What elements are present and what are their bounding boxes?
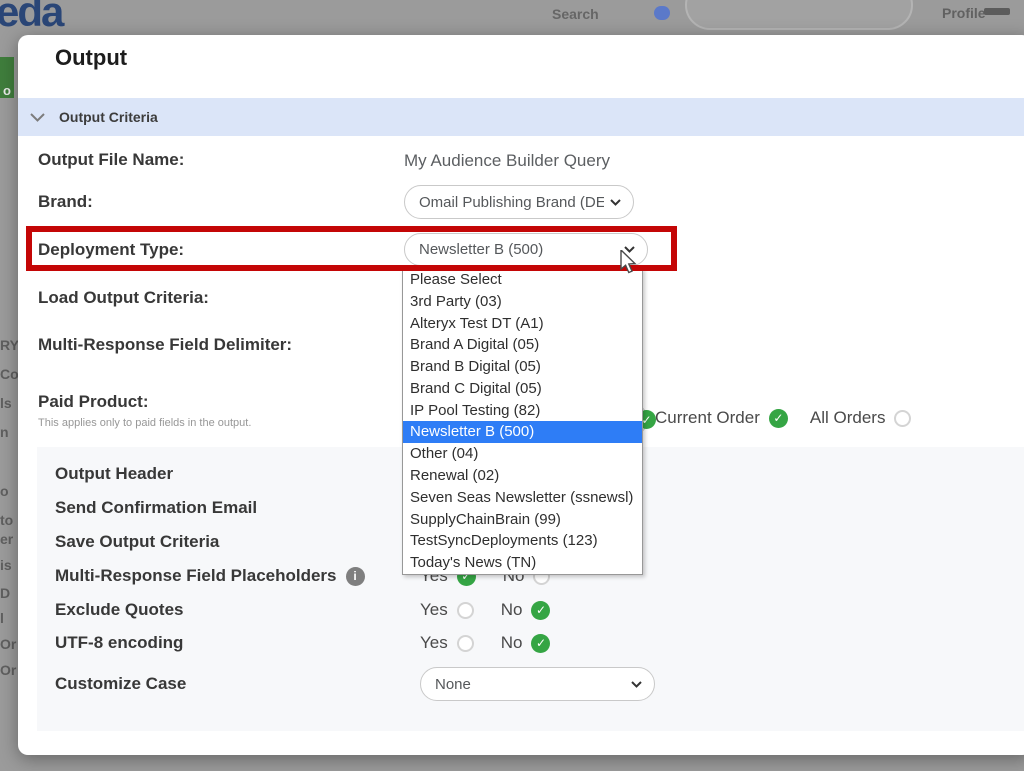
dropdown-option[interactable]: 3rd Party (03) [403, 291, 642, 313]
panel-row: Exclude Quotes Yes No ✓ [55, 593, 1012, 627]
profile-menu-icon [984, 8, 1010, 15]
chevron-down-icon [624, 246, 635, 253]
panel-row-label: Output Header [55, 464, 173, 484]
paid-product-option-label: Current Order [655, 408, 760, 428]
check-icon[interactable]: ✓ [769, 409, 788, 428]
chevron-down-icon[interactable] [30, 113, 45, 122]
search-label: Search [552, 6, 599, 22]
background-text-fragment: er [0, 531, 13, 547]
background-text-fragment: to [0, 512, 13, 528]
panel-row: Customize Case None [55, 667, 1012, 701]
background-text-fragment: D [0, 585, 10, 601]
background-text-fragment: o [0, 483, 9, 499]
sidebar-active-item-label: o [3, 83, 11, 98]
dropdown-option[interactable]: Renewal (02) [403, 465, 642, 487]
output-criteria-section-header[interactable]: Output Criteria [18, 98, 1024, 136]
paid-product-option[interactable]: All Orders [810, 408, 912, 428]
sidebar-active-item: o [0, 57, 14, 98]
section-label: Output Criteria [59, 109, 158, 125]
background-text-fragment: Or [0, 662, 16, 678]
yes-label: Yes [420, 633, 448, 653]
radio-unselected-icon[interactable] [457, 602, 474, 619]
load-output-criteria-label: Load Output Criteria: [38, 288, 209, 308]
paid-product-label: Paid Product: [38, 392, 149, 412]
panel-row-controls: None [420, 667, 655, 701]
customize-case-select[interactable]: None [420, 667, 655, 701]
background-text-fragment: ls [0, 395, 12, 411]
background-text-fragment: l [0, 610, 4, 626]
modal-title: Output [55, 45, 127, 71]
panel-row-label: UTF-8 encoding [55, 633, 183, 653]
panel-row: UTF-8 encoding Yes No ✓ [55, 626, 1012, 660]
background-text-fragment: is [0, 557, 12, 573]
customize-case-select-value: None [435, 676, 471, 693]
background-text-fragment: Or [0, 636, 16, 652]
panel-row-controls: Yes No ✓ [420, 626, 550, 660]
paid-product-options: Current Order ✓ All Orders [655, 408, 911, 428]
dropdown-option[interactable]: IP Pool Testing (82) [403, 400, 642, 422]
dropdown-option[interactable]: Brand C Digital (05) [403, 378, 642, 400]
background-text-fragment: n [0, 424, 9, 440]
radio-unselected-icon[interactable] [894, 410, 911, 427]
radio-unselected-icon[interactable] [457, 635, 474, 652]
dropdown-option[interactable]: TestSyncDeployments (123) [403, 530, 642, 552]
output-modal: Output Output Criteria Output File Name:… [18, 35, 1024, 755]
output-file-name-value: My Audience Builder Query [404, 151, 610, 171]
app-logo: eda [0, 0, 62, 36]
multi-response-delimiter-label: Multi-Response Field Delimiter: [38, 335, 292, 355]
background-text-fragment: Co [0, 366, 19, 382]
dropdown-option[interactable]: Brand B Digital (05) [403, 356, 642, 378]
check-icon[interactable]: ✓ [531, 634, 550, 653]
dropdown-option[interactable]: Newsletter B (500) [403, 421, 642, 443]
panel-row-label: Save Output Criteria [55, 532, 219, 552]
deployment-type-label: Deployment Type: [38, 240, 184, 260]
brand-select[interactable]: Omail Publishing Brand (DE [404, 185, 634, 219]
panel-row-label: Exclude Quotes [55, 600, 183, 620]
no-label: No [501, 600, 523, 620]
chevron-down-icon [631, 681, 642, 688]
deployment-type-select[interactable]: Newsletter B (500) [404, 233, 648, 266]
search-input [685, 0, 913, 30]
panel-row-label: Customize Case [55, 674, 186, 694]
dropdown-option[interactable]: Please Select [403, 269, 642, 291]
panel-row-controls: Yes No ✓ [420, 593, 550, 627]
chevron-down-icon [610, 199, 621, 206]
dropdown-option[interactable]: SupplyChainBrain (99) [403, 509, 642, 531]
paid-product-note: This applies only to paid fields in the … [38, 417, 251, 429]
brand-label: Brand: [38, 192, 93, 212]
dropdown-option[interactable]: Alteryx Test DT (A1) [403, 313, 642, 335]
paid-product-option-label: All Orders [810, 408, 886, 428]
help-icon [654, 6, 670, 20]
dropdown-option[interactable]: Today's News (TN) [403, 552, 642, 574]
info-icon[interactable]: i [346, 567, 365, 586]
dropdown-option[interactable]: Brand A Digital (05) [403, 334, 642, 356]
check-icon[interactable]: ✓ [531, 601, 550, 620]
dropdown-option[interactable]: Seven Seas Newsletter (ssnewsl) [403, 487, 642, 509]
brand-select-value: Omail Publishing Brand (DE [419, 194, 604, 211]
deployment-type-dropdown-list: Please Select3rd Party (03)Alteryx Test … [402, 268, 643, 575]
panel-row-label: Send Confirmation Email [55, 498, 257, 518]
profile-label: Profile [942, 5, 986, 21]
background-text-fragment: RY [0, 337, 19, 353]
no-label: No [501, 633, 523, 653]
panel-row-label: Multi-Response Field Placeholders [55, 566, 337, 586]
paid-product-option[interactable]: Current Order ✓ [655, 408, 788, 428]
yes-label: Yes [420, 600, 448, 620]
deployment-type-select-value: Newsletter B (500) [419, 241, 543, 258]
output-file-name-label: Output File Name: [38, 150, 184, 170]
dropdown-option[interactable]: Other (04) [403, 443, 642, 465]
